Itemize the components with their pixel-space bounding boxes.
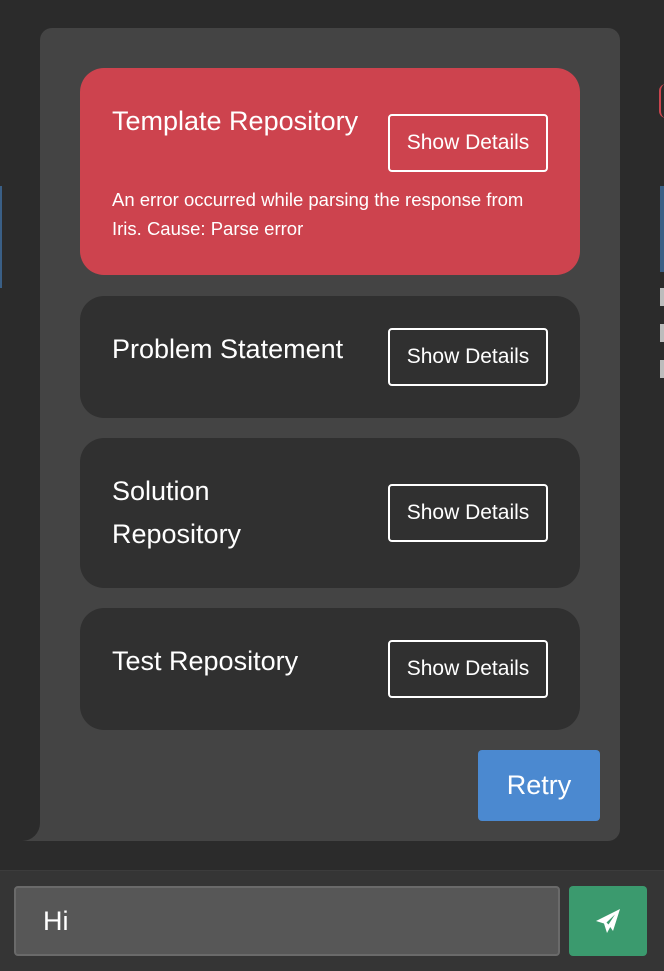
message-input-bar bbox=[0, 870, 664, 971]
stage-error-message: An error occurred while parsing the resp… bbox=[112, 189, 524, 239]
show-details-button[interactable]: Show Details bbox=[388, 640, 548, 698]
stage-card-template-repository: Template Repository An error occurred wh… bbox=[80, 68, 580, 275]
stage-card-problem-statement: Problem Statement Show Details bbox=[80, 296, 580, 418]
stage-card-solution-repository: Solution Repository Show Details bbox=[80, 438, 580, 588]
stage-title: Problem Statement bbox=[112, 334, 344, 364]
background-edge-marks bbox=[660, 288, 664, 398]
send-button[interactable] bbox=[569, 886, 647, 956]
show-details-button[interactable]: Show Details bbox=[388, 328, 548, 386]
show-details-button[interactable]: Show Details bbox=[388, 484, 548, 542]
stage-card-test-repository: Test Repository Show Details bbox=[80, 608, 580, 730]
stage-title: Solution Repository bbox=[112, 476, 242, 549]
background-edge-error bbox=[659, 84, 664, 118]
background-edge-right bbox=[660, 186, 664, 272]
chat-bubble-tail bbox=[0, 813, 40, 841]
message-input[interactable] bbox=[14, 886, 560, 956]
show-details-button[interactable]: Show Details bbox=[388, 114, 548, 172]
retry-button[interactable]: Retry bbox=[478, 750, 600, 821]
stage-title: Template Repository bbox=[112, 106, 359, 136]
chat-message-bubble: Template Repository An error occurred wh… bbox=[40, 28, 620, 841]
background-edge-left bbox=[0, 186, 2, 288]
stage-title: Test Repository bbox=[112, 646, 299, 676]
paper-plane-icon bbox=[596, 909, 620, 933]
